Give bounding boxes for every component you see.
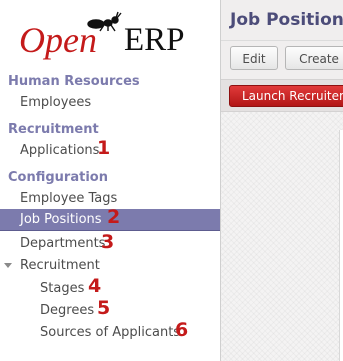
logo-erp-text: ERP — [124, 22, 185, 58]
section-recruitment: Recruitment — [8, 122, 99, 137]
sidebar-item-label: Employees — [20, 95, 92, 110]
toolbar-divider — [221, 40, 343, 41]
form-background — [221, 112, 343, 361]
sidebar-item-employees[interactable]: Employees — [0, 92, 220, 114]
create-button[interactable]: Create — [285, 46, 343, 70]
sidebar-item-applications[interactable]: Applications 1 — [0, 137, 220, 162]
sidebar-item-departments[interactable]: Departments 3 — [0, 231, 220, 255]
sidebar-item-job-positions[interactable]: Job Positions 2 — [0, 206, 220, 231]
sidebar-item-label: Job Positions — [20, 212, 102, 227]
sidebar-item-sources-of-applicants[interactable]: Sources of Applicants 6 — [0, 319, 220, 344]
annotation-number-6: 6 — [175, 319, 189, 341]
form-sheet — [339, 130, 343, 361]
main-panel: Job Positions Edit Create Launch Recruit… — [221, 0, 343, 361]
annotation-number-2: 2 — [107, 206, 121, 228]
sidebar-item-label: Employee Tags — [20, 191, 118, 206]
launch-recruitment-button[interactable]: Launch Recruitement — [229, 85, 343, 107]
section-human-resources: Human Resources — [8, 74, 140, 89]
section-configuration: Configuration — [8, 170, 108, 185]
sidebar-item-label: Applications — [20, 143, 100, 158]
edit-button[interactable]: Edit — [230, 46, 278, 70]
sidebar-item-label: Sources of Applicants — [40, 325, 181, 340]
sidebar-item-recruitment-folder[interactable]: Recruitment — [0, 255, 220, 277]
caret-down-icon[interactable] — [4, 263, 12, 268]
openerp-logo-graphic: Open ERP — [19, 11, 185, 60]
annotation-number-1: 1 — [97, 137, 111, 159]
ant-icon — [87, 11, 122, 32]
page-title: Job Positions — [230, 10, 343, 30]
sidebar: Human Resources Employees Recruitment Ap… — [0, 66, 220, 361]
annotation-number-3: 3 — [101, 231, 115, 253]
logo-open-text: Open — [19, 20, 97, 60]
annotation-number-4: 4 — [88, 275, 102, 297]
sidebar-item-label: Degrees — [40, 303, 95, 318]
sidebar-item-label: Recruitment — [20, 258, 100, 273]
sidebar-item-label: Departments — [20, 236, 106, 251]
openerp-logo: Open ERP — [0, 0, 220, 66]
annotation-number-5: 5 — [97, 297, 111, 319]
sidebar-item-label: Stages — [40, 281, 85, 296]
